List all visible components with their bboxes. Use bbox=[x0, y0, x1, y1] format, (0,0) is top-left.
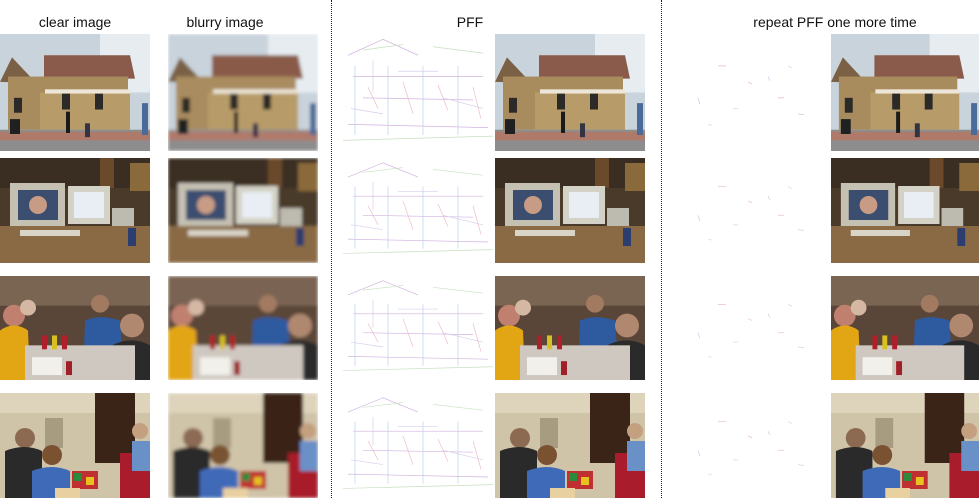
row4-repeat-result bbox=[831, 393, 979, 498]
separator-right bbox=[661, 0, 662, 498]
row2-pff-result bbox=[495, 158, 645, 263]
separator-left bbox=[331, 0, 332, 498]
header-clear-image: clear image bbox=[38, 14, 112, 30]
row2-pff-residual bbox=[343, 158, 493, 263]
row1-clear-image bbox=[0, 34, 150, 151]
row4-repeat-residual bbox=[678, 393, 828, 498]
row3-blurry-image bbox=[168, 276, 318, 380]
row1-pff-result bbox=[495, 34, 645, 151]
row1-repeat-result bbox=[831, 34, 979, 151]
header-blurry-image: blurry image bbox=[186, 14, 264, 30]
header-pff: PFF bbox=[456, 14, 484, 30]
row3-pff-result bbox=[495, 276, 645, 380]
row1-repeat-residual bbox=[678, 34, 828, 151]
row2-blurry-image bbox=[168, 158, 318, 263]
row4-blurry-image bbox=[168, 393, 318, 498]
row2-repeat-result bbox=[831, 158, 979, 263]
row1-blurry-image bbox=[168, 34, 318, 151]
row4-pff-residual bbox=[343, 393, 493, 498]
row4-pff-result bbox=[495, 393, 645, 498]
row3-repeat-result bbox=[831, 276, 979, 380]
row4-clear-image bbox=[0, 393, 150, 498]
row3-pff-residual bbox=[343, 276, 493, 380]
row3-clear-image bbox=[0, 276, 150, 380]
row2-clear-image bbox=[0, 158, 150, 263]
row3-repeat-residual bbox=[678, 276, 828, 380]
header-repeat-pff: repeat PFF one more time bbox=[753, 14, 917, 30]
row2-repeat-residual bbox=[678, 158, 828, 263]
row1-pff-residual bbox=[343, 34, 493, 151]
